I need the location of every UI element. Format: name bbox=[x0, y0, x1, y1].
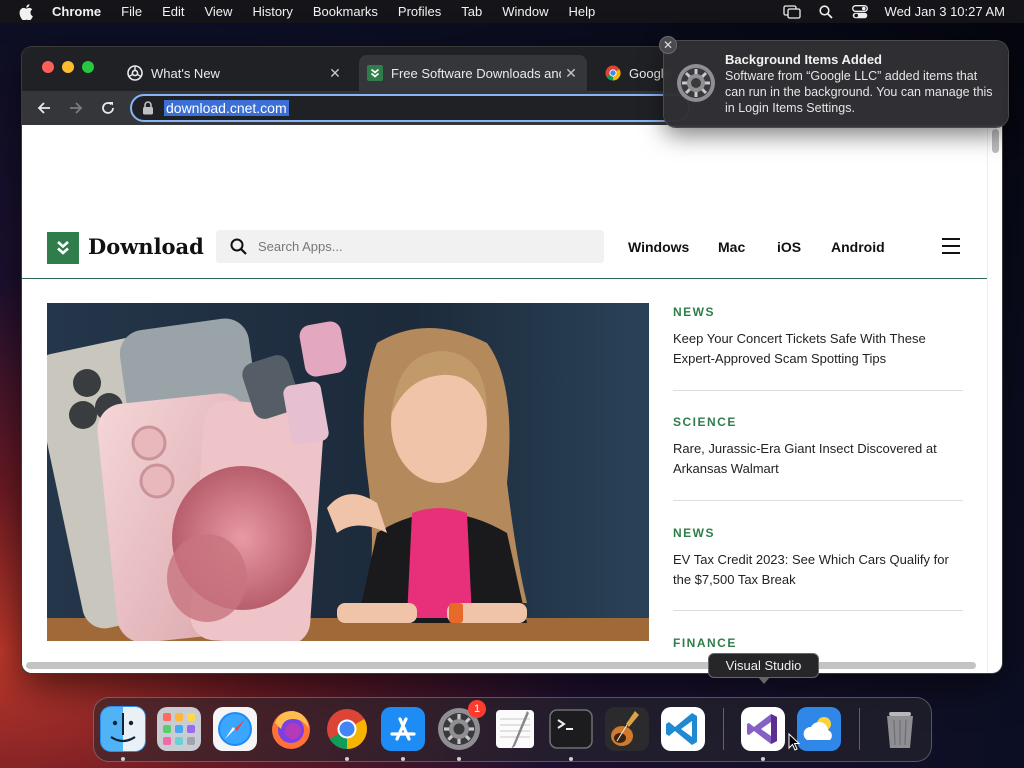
article-category[interactable]: NEWS bbox=[673, 526, 963, 540]
menu-bar-clock[interactable]: Wed Jan 3 10:27 AM bbox=[885, 4, 1005, 19]
article-category[interactable]: NEWS bbox=[673, 305, 963, 319]
menu-bar: Chrome File Edit View History Bookmarks … bbox=[0, 0, 1024, 23]
dock-app-store-icon[interactable] bbox=[380, 706, 426, 752]
dock-vscode-icon[interactable] bbox=[660, 706, 706, 752]
site-logo-text[interactable]: Download bbox=[88, 234, 204, 259]
menu-file[interactable]: File bbox=[121, 4, 142, 19]
menu-edit[interactable]: Edit bbox=[162, 4, 184, 19]
site-header: Download Windows Mac iOS Android bbox=[22, 225, 987, 279]
window-minimize-button[interactable] bbox=[62, 61, 74, 73]
article-divider bbox=[673, 500, 963, 501]
nav-android[interactable]: Android bbox=[831, 239, 885, 255]
article-item-2[interactable]: SCIENCE Rare, Jurassic-Era Giant Insect … bbox=[673, 415, 963, 479]
dock-finder-icon[interactable] bbox=[100, 706, 146, 752]
menu-history[interactable]: History bbox=[252, 4, 292, 19]
site-info-lock-icon[interactable] bbox=[142, 101, 156, 115]
hamburger-menu-icon[interactable] bbox=[942, 238, 960, 254]
dock-weather-icon[interactable] bbox=[796, 706, 842, 752]
hero-article-image[interactable] bbox=[47, 303, 649, 641]
menu-help[interactable]: Help bbox=[569, 4, 596, 19]
address-bar-url[interactable]: download.cnet.com bbox=[164, 100, 289, 116]
menu-app-name[interactable]: Chrome bbox=[52, 4, 101, 19]
article-divider bbox=[673, 390, 963, 391]
article-category[interactable]: FINANCE bbox=[673, 636, 963, 650]
article-item-3[interactable]: NEWS EV Tax Credit 2023: See Which Cars … bbox=[673, 526, 963, 590]
dock-visual-studio-icon[interactable] bbox=[740, 706, 786, 752]
dock-tooltip: Visual Studio bbox=[708, 653, 819, 684]
notification-badge: 1 bbox=[468, 700, 486, 718]
tab-download-cnet[interactable]: Free Software Downloads and Reviews ✕ bbox=[359, 55, 587, 91]
reload-button[interactable] bbox=[98, 98, 118, 118]
search-input[interactable] bbox=[258, 239, 588, 254]
menu-tab[interactable]: Tab bbox=[461, 4, 482, 19]
notification-close-icon[interactable]: ✕ bbox=[659, 36, 677, 54]
forward-button[interactable] bbox=[66, 98, 86, 118]
system-settings-gear-icon bbox=[677, 64, 715, 102]
nav-windows[interactable]: Windows bbox=[628, 239, 689, 255]
nav-ios[interactable]: iOS bbox=[777, 239, 801, 255]
tab-close-icon[interactable]: ✕ bbox=[327, 65, 343, 81]
dock-terminal-icon[interactable] bbox=[548, 706, 594, 752]
address-bar[interactable]: download.cnet.com bbox=[130, 94, 690, 122]
dock-launchpad-icon[interactable] bbox=[156, 706, 202, 752]
tab-whats-new[interactable]: What's New ✕ bbox=[119, 55, 351, 91]
download-favicon bbox=[367, 65, 383, 81]
menu-profiles[interactable]: Profiles bbox=[398, 4, 441, 19]
window-close-button[interactable] bbox=[42, 61, 54, 73]
horizontal-scrollbar[interactable] bbox=[22, 659, 987, 673]
mouse-cursor-icon bbox=[788, 733, 800, 751]
dock-firefox-icon[interactable] bbox=[268, 706, 314, 752]
dock: 1 bbox=[93, 697, 932, 762]
nav-mac[interactable]: Mac bbox=[718, 239, 745, 255]
article-item-1[interactable]: NEWS Keep Your Concert Tickets Safe With… bbox=[673, 305, 963, 369]
dock-trash-icon[interactable] bbox=[877, 706, 923, 752]
chrome-info-icon bbox=[127, 65, 143, 81]
menu-view[interactable]: View bbox=[204, 4, 232, 19]
article-divider bbox=[673, 610, 963, 611]
web-page: Download Windows Mac iOS Android bbox=[22, 125, 987, 673]
spotlight-search-icon[interactable] bbox=[817, 4, 835, 19]
back-button[interactable] bbox=[34, 98, 54, 118]
menu-window[interactable]: Window bbox=[502, 4, 548, 19]
dock-google-chrome-icon[interactable] bbox=[324, 706, 370, 752]
notification-title: Background Items Added bbox=[725, 52, 882, 67]
dock-garageband-icon[interactable] bbox=[604, 706, 650, 752]
article-category[interactable]: SCIENCE bbox=[673, 415, 963, 429]
vertical-scrollbar[interactable] bbox=[987, 125, 1002, 673]
control-center-icon[interactable] bbox=[851, 4, 869, 19]
article-headline[interactable]: Rare, Jurassic-Era Giant Insect Discover… bbox=[673, 439, 963, 479]
article-headline[interactable]: Keep Your Concert Tickets Safe With Thes… bbox=[673, 329, 963, 369]
article-item-4[interactable]: FINANCE bbox=[673, 636, 963, 650]
download-logo-icon[interactable] bbox=[47, 232, 79, 264]
window-zoom-button[interactable] bbox=[82, 61, 94, 73]
menu-bookmarks[interactable]: Bookmarks bbox=[313, 4, 378, 19]
dock-system-settings-icon[interactable]: 1 bbox=[436, 700, 486, 752]
article-headline[interactable]: EV Tax Credit 2023: See Which Cars Quali… bbox=[673, 550, 963, 590]
background-items-notification[interactable]: ✕ Background Items Added Software from “… bbox=[659, 36, 1008, 127]
dock-safari-icon[interactable] bbox=[212, 706, 258, 752]
browser-window: What's New ✕ Free Software Downloads and… bbox=[22, 47, 1002, 673]
screen-mirroring-icon[interactable] bbox=[782, 4, 801, 19]
tab-title: Free Software Downloads and Reviews bbox=[391, 65, 561, 81]
tab-title: What's New bbox=[151, 65, 220, 81]
apple-menu-icon[interactable] bbox=[19, 3, 35, 20]
notification-body: Software from “Google LLC” added items t… bbox=[725, 69, 993, 115]
app-search-box[interactable] bbox=[216, 230, 604, 263]
tab-close-icon[interactable]: ✕ bbox=[563, 65, 579, 81]
search-icon bbox=[230, 238, 248, 256]
dock-textedit-icon[interactable] bbox=[492, 706, 538, 752]
google-chrome-favicon bbox=[605, 65, 621, 81]
